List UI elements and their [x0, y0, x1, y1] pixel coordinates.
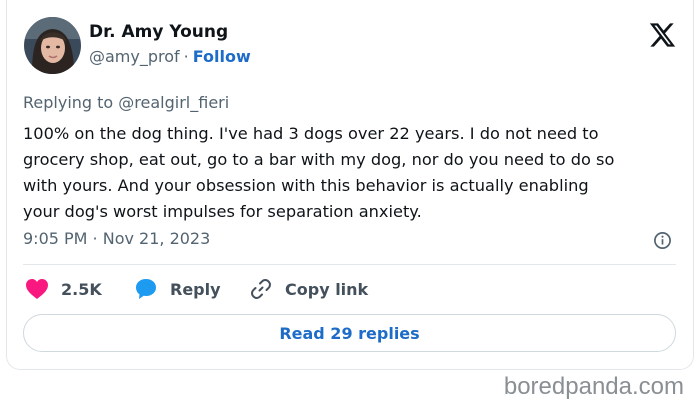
replying-to[interactable]: Replying to @realgirl_fieri [23, 93, 229, 112]
tweet-text-line: with yours. And your obsession with this… [23, 176, 589, 195]
like-count: 2.5K [61, 279, 102, 299]
author-name[interactable]: Dr. Amy Young [89, 22, 228, 42]
copy-link-button[interactable]: Copy link [249, 277, 368, 301]
info-icon[interactable] [653, 231, 672, 250]
link-icon [251, 279, 271, 299]
tweet-text-line: 100% on the dog thing. I've had 3 dogs o… [23, 124, 599, 143]
read-replies-label: Read 29 replies [279, 323, 420, 343]
x-logo-icon[interactable] [648, 21, 676, 49]
heart-icon [26, 279, 48, 299]
follow-button[interactable]: Follow [193, 47, 251, 66]
author-handle-line: @amy_prof · Follow [89, 47, 251, 66]
like-button[interactable]: 2.5K [25, 277, 102, 301]
read-replies-button[interactable]: Read 29 replies [23, 314, 676, 352]
tweet-text: 100% on the dog thing. I've had 3 dogs o… [23, 121, 683, 225]
tweet-text-line: grocery shop, eat out, go to a bar with … [23, 150, 615, 169]
avatar[interactable] [24, 17, 81, 74]
reply-button[interactable]: Reply [134, 277, 221, 301]
author-handle[interactable]: @amy_prof [89, 47, 180, 66]
reply-label: Reply [170, 279, 221, 299]
reply-bubble-icon [136, 279, 156, 299]
copy-link-label: Copy link [285, 279, 369, 299]
watermark: boredpanda.com [503, 373, 684, 400]
divider [23, 264, 676, 265]
separator-dot: · [183, 47, 189, 66]
tweet-text-line: your dog's worst impulses for separation… [23, 202, 422, 221]
timestamp[interactable]: 9:05 PM · Nov 21, 2023 [23, 229, 210, 248]
